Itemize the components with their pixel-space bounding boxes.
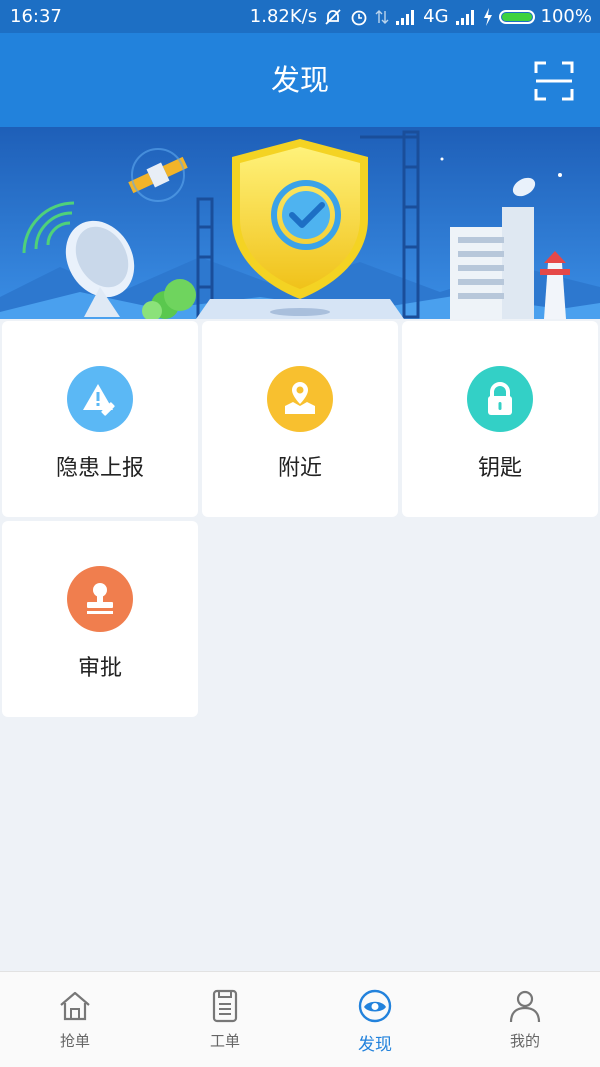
feature-hazard-report[interactable]: 隐患上报 [2, 321, 198, 517]
home-icon [60, 991, 90, 1021]
discover-eye-icon [358, 989, 392, 1023]
user-icon [509, 990, 541, 1023]
network-type: 4G [423, 6, 449, 27]
app-header: 发现 [0, 33, 600, 127]
scan-icon [534, 61, 574, 101]
feature-label: 审批 [77, 656, 122, 681]
battery-level: 100% [540, 6, 592, 27]
feature-label: 隐患上报 [55, 456, 144, 481]
network-speed: 1.82K/s [249, 6, 318, 27]
status-right: 1.82K/s 4G 100% [250, 6, 592, 27]
mute-bell-icon [323, 7, 343, 27]
charging-icon [483, 7, 493, 26]
tab-label: 我的 [509, 1032, 540, 1050]
page-title: 发现 [270, 63, 329, 97]
feature-circle [267, 366, 333, 432]
data-transfer-icon [375, 7, 389, 27]
status-bar: 16:37 1.82K/s 4G 100% [0, 0, 600, 33]
document-icon [212, 989, 238, 1023]
stamp-icon [87, 583, 113, 614]
banner-illustration [0, 127, 600, 319]
scan-button[interactable] [534, 61, 574, 101]
signal-icon [395, 9, 417, 25]
tab-label: 工单 [209, 1032, 240, 1050]
location-map-icon [285, 382, 315, 414]
feature-circle [67, 366, 133, 432]
tab-grab-order[interactable]: 抢单 [0, 972, 150, 1067]
tab-label: 发现 [358, 1035, 392, 1055]
feature-circle [467, 366, 533, 432]
feature-circle [67, 566, 133, 632]
alarm-icon [349, 7, 369, 27]
feature-label: 钥匙 [477, 456, 522, 481]
lock-icon [488, 382, 512, 415]
signal-icon-2 [455, 9, 477, 25]
feature-approval[interactable]: 审批 [2, 521, 198, 717]
feature-nearby[interactable]: 附近 [202, 321, 398, 517]
bottom-tab-bar: 抢单 工单 发现 我的 [0, 971, 600, 1067]
feature-key[interactable]: 钥匙 [402, 321, 598, 517]
feature-label: 附近 [277, 456, 322, 481]
tab-mine[interactable]: 我的 [450, 972, 600, 1067]
battery-icon [498, 9, 535, 24]
tab-discover[interactable]: 发现 [300, 972, 450, 1067]
tab-work-order[interactable]: 工单 [150, 972, 300, 1067]
status-time: 16:37 [10, 6, 62, 27]
hazard-report-icon [83, 384, 115, 416]
tab-label: 抢单 [59, 1032, 90, 1050]
